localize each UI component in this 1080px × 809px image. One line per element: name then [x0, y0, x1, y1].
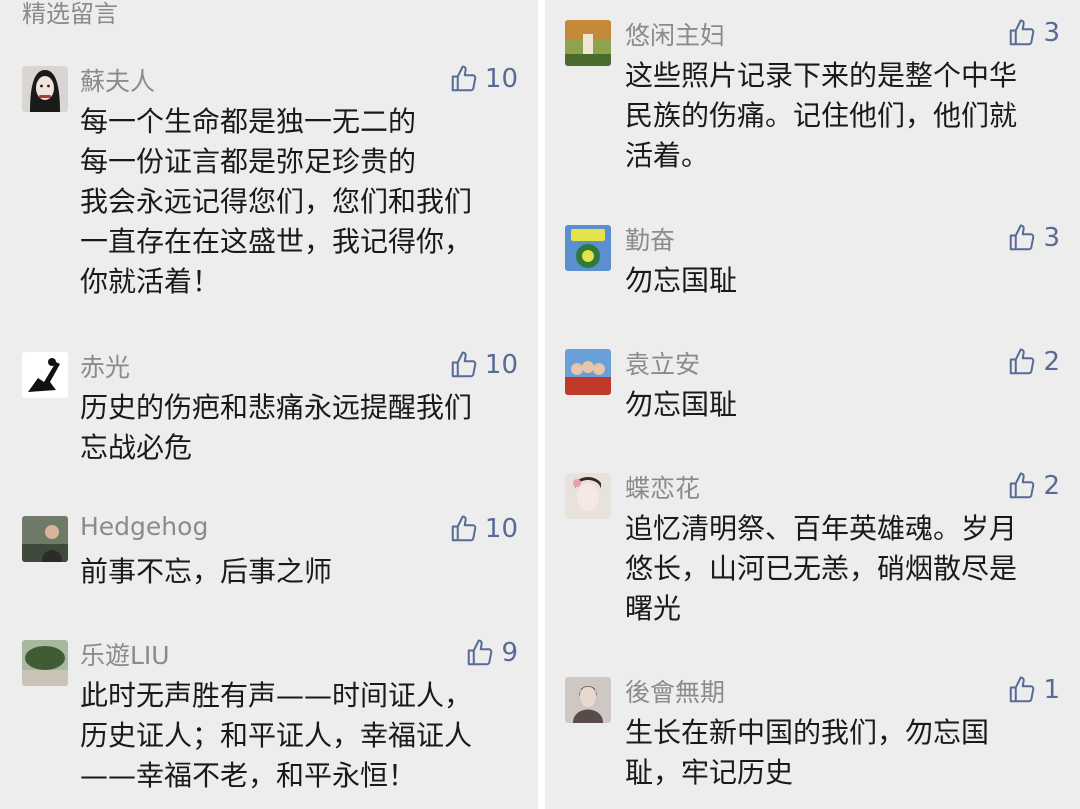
like-button[interactable]: 2 — [1007, 471, 1060, 501]
commenter-name[interactable]: 後會無期 — [625, 673, 725, 709]
comment-text: 前事不忘，后事之师 — [80, 555, 333, 588]
comment-text: 勿忘国耻 — [625, 388, 738, 421]
like-button[interactable]: 1 — [1007, 675, 1060, 705]
left-panel: 精选留言 蘇夫人 10 每一个生命都是独一无二的 每一份证言都是弥足珍贵的 我会… — [0, 0, 538, 809]
comment-text: 每一个生命都是独一无二的 每一份证言都是弥足珍贵的 我会永远记得您们，您们和我们… — [80, 105, 473, 298]
comment-text: 生长在新中国的我们，勿忘国 耻，牢记历史 — [625, 716, 990, 789]
comment-text: 这些照片记录下来的是整个中华 民族的伤痛。记住他们，他们就 活着。 — [625, 59, 1018, 172]
avatar[interactable] — [565, 20, 611, 66]
like-count: 1 — [1043, 675, 1060, 705]
commenter-name[interactable]: 悠闲主妇 — [625, 16, 725, 52]
commenter-name[interactable]: 乐遊LIU — [80, 636, 170, 672]
avatar[interactable] — [565, 473, 611, 519]
thumbs-up-icon — [451, 515, 477, 542]
like-count: 2 — [1043, 347, 1060, 377]
avatar[interactable] — [565, 225, 611, 271]
like-button[interactable]: 10 — [449, 64, 518, 94]
like-button[interactable]: 2 — [1007, 347, 1060, 377]
thumbs-up-icon — [1010, 348, 1035, 375]
thumbs-up-icon — [1010, 676, 1035, 703]
comment-text: 历史的伤疤和悲痛永远提醒我们 忘战必危 — [80, 391, 473, 464]
thumbs-up-icon — [1010, 19, 1035, 46]
like-button[interactable]: 10 — [449, 514, 518, 544]
like-button[interactable]: 3 — [1007, 223, 1060, 253]
thumbs-up-icon — [1010, 472, 1035, 499]
thumbs-up-icon — [1010, 224, 1035, 251]
comment-text: 勿忘国耻 — [625, 264, 738, 297]
like-button[interactable]: 3 — [1007, 18, 1060, 48]
like-count: 10 — [484, 64, 518, 94]
avatar[interactable] — [22, 640, 68, 686]
like-count: 3 — [1043, 18, 1060, 48]
avatar[interactable] — [22, 66, 68, 112]
avatar[interactable] — [22, 516, 68, 562]
avatar[interactable] — [565, 677, 611, 723]
commenter-name[interactable]: 袁立安 — [625, 345, 700, 381]
commenter-name[interactable]: 蘇夫人 — [80, 62, 155, 98]
like-count: 10 — [484, 514, 518, 544]
avatar[interactable] — [565, 349, 611, 395]
like-count: 10 — [484, 350, 518, 380]
avatar[interactable] — [22, 352, 68, 398]
like-count: 2 — [1043, 471, 1060, 501]
commenter-name[interactable]: 勤奋 — [625, 221, 675, 257]
like-count: 3 — [1043, 223, 1060, 253]
commenter-name[interactable]: Hedgehog — [80, 512, 208, 541]
right-panel: 悠闲主妇 3 这些照片记录下来的是整个中华 民族的伤痛。记住他们，他们就 活着。… — [545, 0, 1080, 809]
section-title: 精选留言 — [22, 0, 118, 28]
commenter-name[interactable]: 蝶恋花 — [625, 469, 700, 505]
comment-text: 追忆清明祭、百年英雄魂。岁月 悠长，山河已无恙，硝烟散尽是 曙光 — [625, 512, 1018, 625]
thumbs-up-icon — [451, 351, 477, 378]
like-button[interactable]: 9 — [465, 638, 518, 668]
commenter-name[interactable]: 赤光 — [80, 348, 130, 384]
like-button[interactable]: 10 — [449, 350, 518, 380]
thumbs-up-icon — [451, 65, 477, 92]
comment-text: 此时无声胜有声——时间证人， 历史证人；和平证人，幸福证人 ——幸福不老，和平永… — [80, 679, 473, 792]
like-count: 9 — [501, 638, 518, 668]
thumbs-up-icon — [468, 639, 493, 666]
